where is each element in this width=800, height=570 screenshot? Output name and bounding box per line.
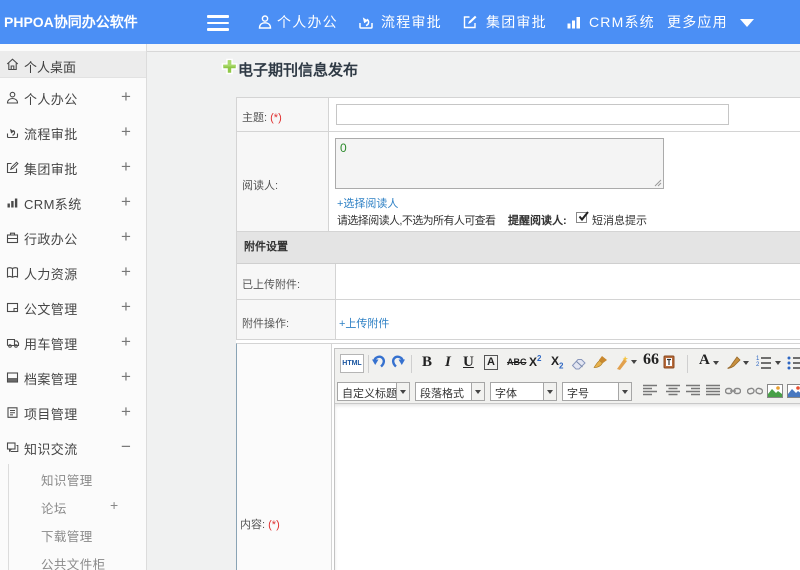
svg-text:2: 2 — [756, 362, 760, 368]
